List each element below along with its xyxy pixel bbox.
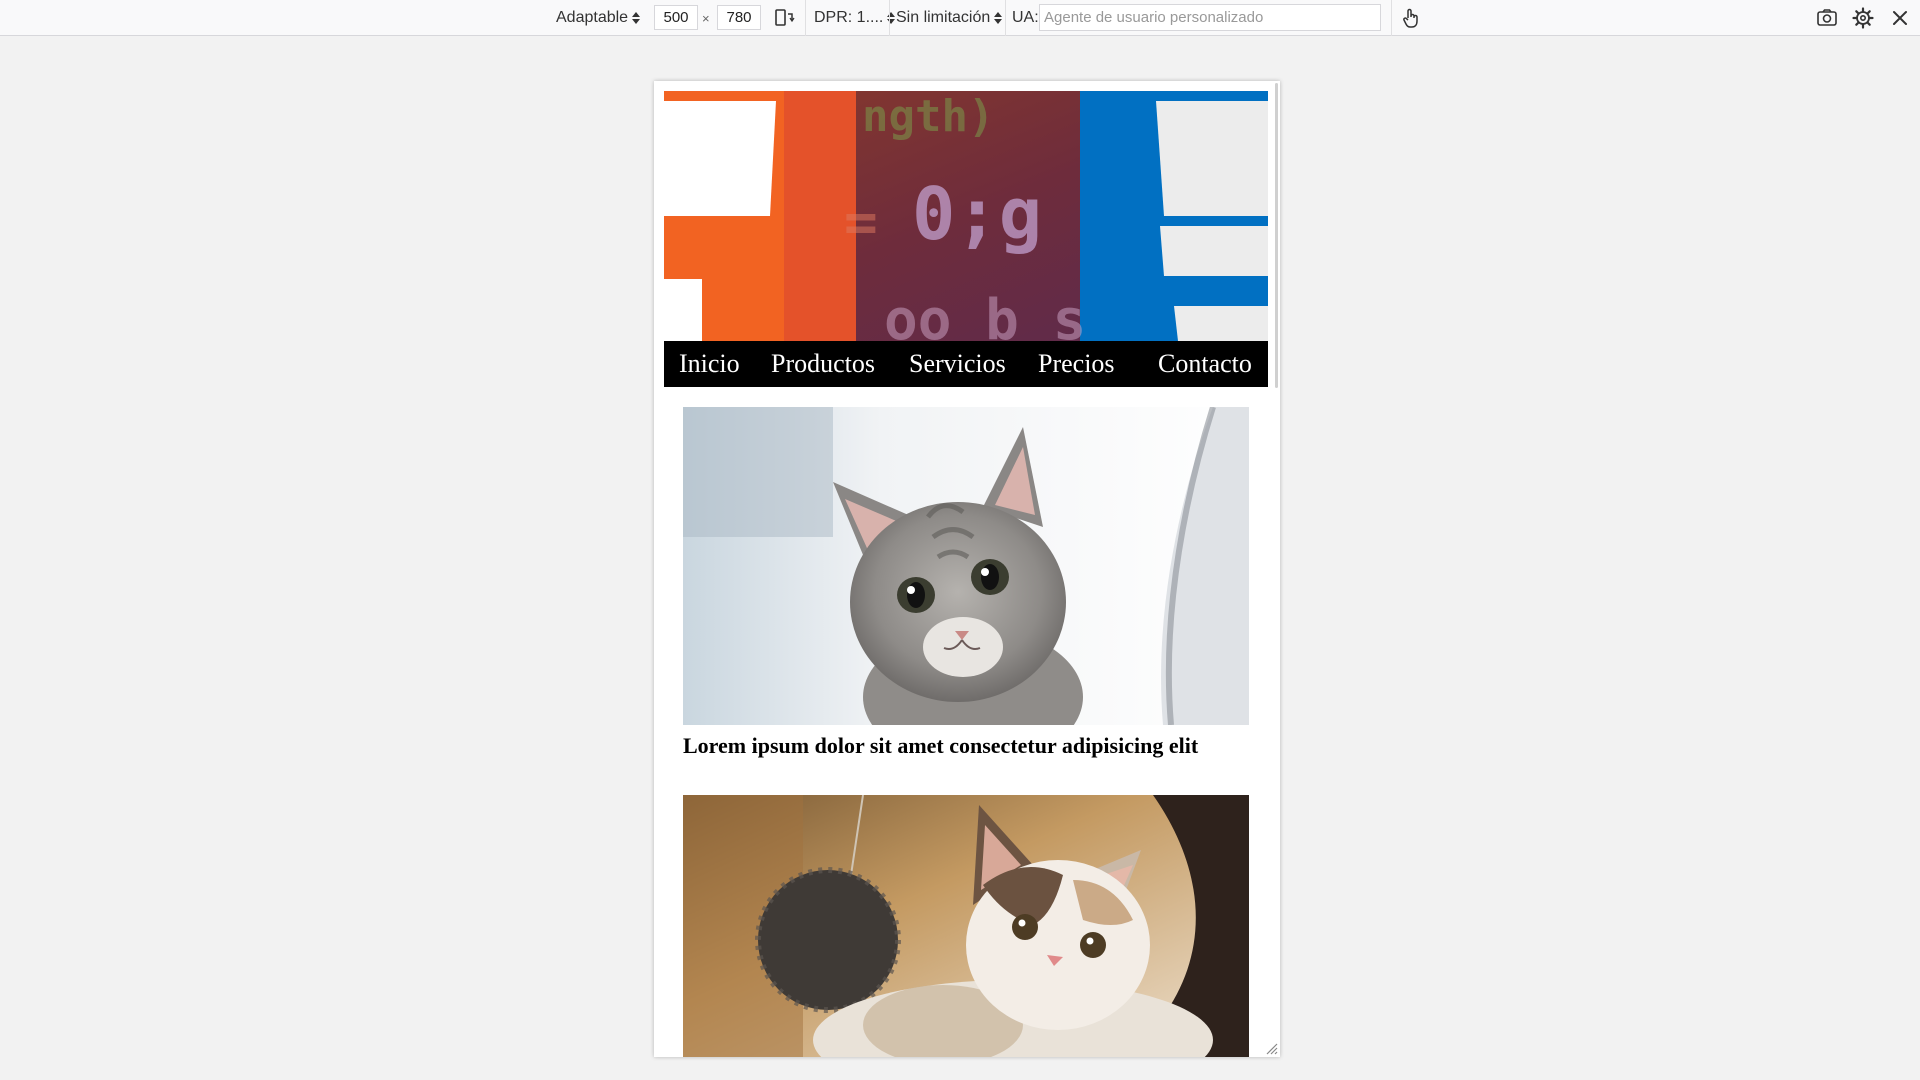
settings-icon[interactable] [1851, 6, 1875, 30]
hero-code-text: 0;g [912, 172, 1042, 256]
device-viewport: ngth) 0;g = oo b s Inicio Productos Serv… [654, 81, 1280, 1057]
device-selector[interactable]: Adaptable [556, 0, 641, 36]
nav-item-precios[interactable]: Precios [1038, 349, 1115, 379]
article-caption: Lorem ipsum dolor sit amet consectetur a… [683, 733, 1199, 758]
nav-item-contacto[interactable]: Contacto [1158, 349, 1252, 379]
select-arrows-icon [994, 12, 1003, 24]
rotate-icon[interactable] [772, 6, 796, 30]
toolbar-divider [1005, 0, 1006, 36]
height-input[interactable]: 780 [717, 5, 761, 30]
nav-item-servicios[interactable]: Servicios [909, 349, 1006, 379]
svg-text:oo b s: oo b s [884, 288, 1086, 341]
throttle-selector[interactable]: Sin limitación [896, 0, 1003, 36]
dpr-selector[interactable]: DPR: 1.... [814, 0, 896, 36]
responsive-toolbar: Adaptable 500 × 780 DPR: 1.... Sin limit… [0, 0, 1920, 36]
resize-handle-icon[interactable] [1264, 1041, 1278, 1055]
kitten-photo-1 [683, 407, 1249, 725]
device-selector-label: Adaptable [556, 9, 629, 26]
select-arrows-icon [632, 12, 641, 24]
touch-icon[interactable] [1399, 6, 1423, 30]
scrollbar[interactable] [1275, 83, 1278, 388]
hero-banner: ngth) 0;g = oo b s [664, 91, 1268, 341]
svg-text:=: = [844, 190, 878, 255]
screenshot-icon[interactable] [1815, 6, 1839, 30]
kitten-photo-2 [683, 795, 1249, 1057]
nav-item-productos[interactable]: Productos [771, 349, 875, 379]
close-icon[interactable] [1888, 6, 1912, 30]
toolbar-divider [889, 0, 890, 36]
throttle-selector-label: Sin limitación [896, 9, 991, 26]
svg-text:ngth): ngth) [862, 91, 994, 142]
dimension-separator: × [702, 10, 710, 26]
ua-label: UA: [1012, 9, 1039, 26]
main-nav: Inicio Productos Servicios Precios Conta… [664, 341, 1268, 387]
toolbar-divider [805, 0, 806, 36]
toolbar-divider [1391, 0, 1392, 36]
user-agent-input[interactable]: Agente de usuario personalizado [1039, 4, 1381, 31]
dpr-selector-label: DPR: 1.... [814, 9, 884, 26]
width-input[interactable]: 500 [654, 5, 698, 30]
nav-item-inicio[interactable]: Inicio [679, 349, 740, 379]
